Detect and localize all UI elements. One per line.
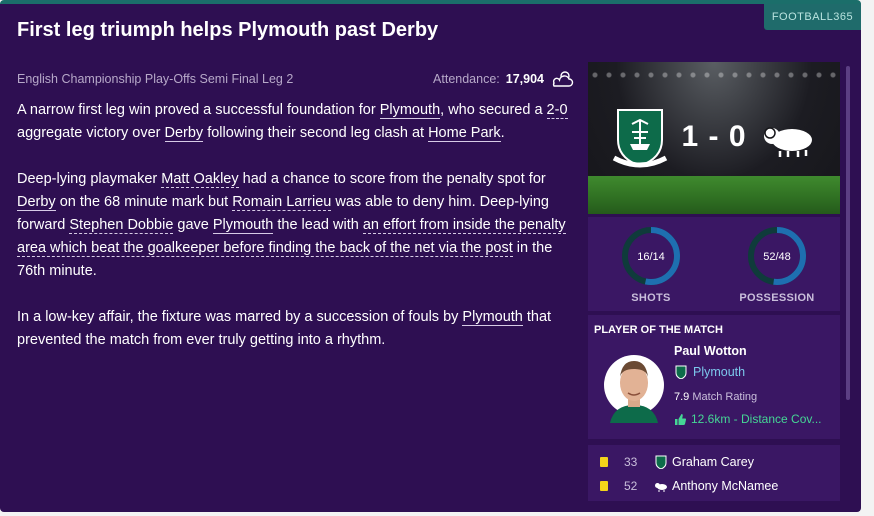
yellow-card-icon (600, 457, 608, 467)
rating-label: Match Rating (692, 391, 758, 403)
match-stats-panel: 16/14 SHOTS 52/48 POSSESSION (588, 217, 840, 311)
shots-value: 16/14 (637, 251, 665, 263)
link-plymouth[interactable]: Plymouth (462, 309, 523, 326)
plymouth-crest-icon (655, 455, 667, 469)
text: . (500, 125, 505, 141)
paragraph-3: In a low-key affair, the fixture was mar… (17, 306, 577, 352)
link-romain-larrieu[interactable]: Romain Larrieu (232, 194, 332, 211)
potm-rating: 7.9 Match Rating (674, 391, 757, 403)
text: on the 68 minute mark but (55, 194, 233, 210)
shots-stat[interactable]: 16/14 SHOTS (596, 225, 706, 304)
text: Deep-lying playmaker (17, 171, 162, 187)
potm-title: PLAYER OF THE MATCH (594, 324, 723, 336)
thumbs-up-icon (675, 413, 687, 425)
text: gave (173, 217, 213, 233)
link-stephen-dobbie[interactable]: Stephen Dobbie (69, 217, 174, 234)
link-plymouth[interactable]: Plymouth (212, 217, 274, 234)
player-of-the-match-panel[interactable]: PLAYER OF THE MATCH Paul Wotton Plymouth… (588, 315, 840, 439)
derby-ram-icon (655, 483, 667, 492)
yellow-card-icon (600, 481, 608, 491)
link-derby[interactable]: Derby (164, 125, 204, 142)
text: A narrow first leg win proved a successf… (17, 102, 380, 118)
competition-label: English Championship Play-Offs Semi Fina… (17, 72, 294, 86)
text: had a chance to score from the penalty s… (238, 171, 546, 187)
potm-player-name[interactable]: Paul Wotton (674, 344, 747, 358)
paragraph-1: A narrow first leg win proved a successf… (17, 99, 577, 145)
possession-ring: 52/48 (748, 227, 806, 285)
rating-value: 7.9 (674, 391, 690, 403)
article-body: A narrow first leg win proved a successf… (17, 99, 577, 375)
possession-label: POSSESSION (739, 292, 815, 304)
score-panel[interactable]: 1 - 0 (588, 62, 840, 214)
partly-cloudy-icon (552, 71, 574, 87)
headline: First leg triumph helps Plymouth past De… (17, 19, 439, 41)
possession-value: 52/48 (763, 251, 791, 263)
player-avatar[interactable] (604, 345, 664, 423)
news-article-card: FOOTBALL365 First leg triumph helps Plym… (0, 0, 861, 512)
potm-club[interactable]: Plymouth (674, 365, 745, 379)
plymouth-crest-icon (675, 365, 687, 379)
potm-club-name: Plymouth (693, 365, 746, 379)
link-plymouth[interactable]: Plymouth (379, 102, 441, 119)
event-minute: 52 (624, 479, 638, 493)
pitch-background (588, 176, 840, 214)
text: , who secured a (440, 102, 547, 118)
potm-highlight-text: 12.6km - Distance Cov... (691, 412, 822, 426)
article-meta: English Championship Play-Offs Semi Fina… (17, 68, 574, 90)
text: the lead with (273, 217, 363, 233)
link-derby[interactable]: Derby (17, 194, 56, 211)
possession-stat[interactable]: 52/48 POSSESSION (722, 225, 832, 304)
text: aggregate victory over (17, 125, 165, 141)
event-row[interactable]: 52 Anthony McNamee (588, 476, 840, 496)
shots-ring: 16/14 (622, 227, 680, 285)
event-player: Anthony McNamee (672, 479, 779, 493)
match-events-panel: 33 Graham Carey 52 Anthony McNamee (588, 445, 840, 501)
event-row[interactable]: 33 Graham Carey (588, 452, 840, 472)
event-player: Graham Carey (672, 455, 754, 469)
attendance: Attendance: 17,904 (433, 70, 574, 88)
attendance-value: 17,904 (505, 72, 544, 86)
link-home-park[interactable]: Home Park (428, 125, 501, 142)
shots-label: SHOTS (631, 292, 671, 304)
text: following their second leg clash at (203, 125, 429, 141)
match-summary-column: 1 - 0 16/14 SHOTS 52/48 POSSESSION PLAYE… (588, 62, 840, 501)
paragraph-2: Deep-lying playmaker Matt Oakley had a c… (17, 168, 577, 283)
event-minute: 33 (624, 455, 638, 469)
link-aggregate-score[interactable]: 2-0 (546, 102, 568, 119)
source-badge: FOOTBALL365 (764, 4, 861, 30)
link-matt-oakley[interactable]: Matt Oakley (161, 171, 239, 188)
potm-highlight: 12.6km - Distance Cov... (674, 412, 822, 426)
stadium-lights (588, 68, 840, 86)
scrollbar[interactable] (846, 66, 850, 400)
derby-ram-icon[interactable] (758, 118, 818, 158)
text: In a low-key affair, the fixture was mar… (17, 309, 463, 325)
attendance-label: Attendance: (433, 72, 500, 86)
